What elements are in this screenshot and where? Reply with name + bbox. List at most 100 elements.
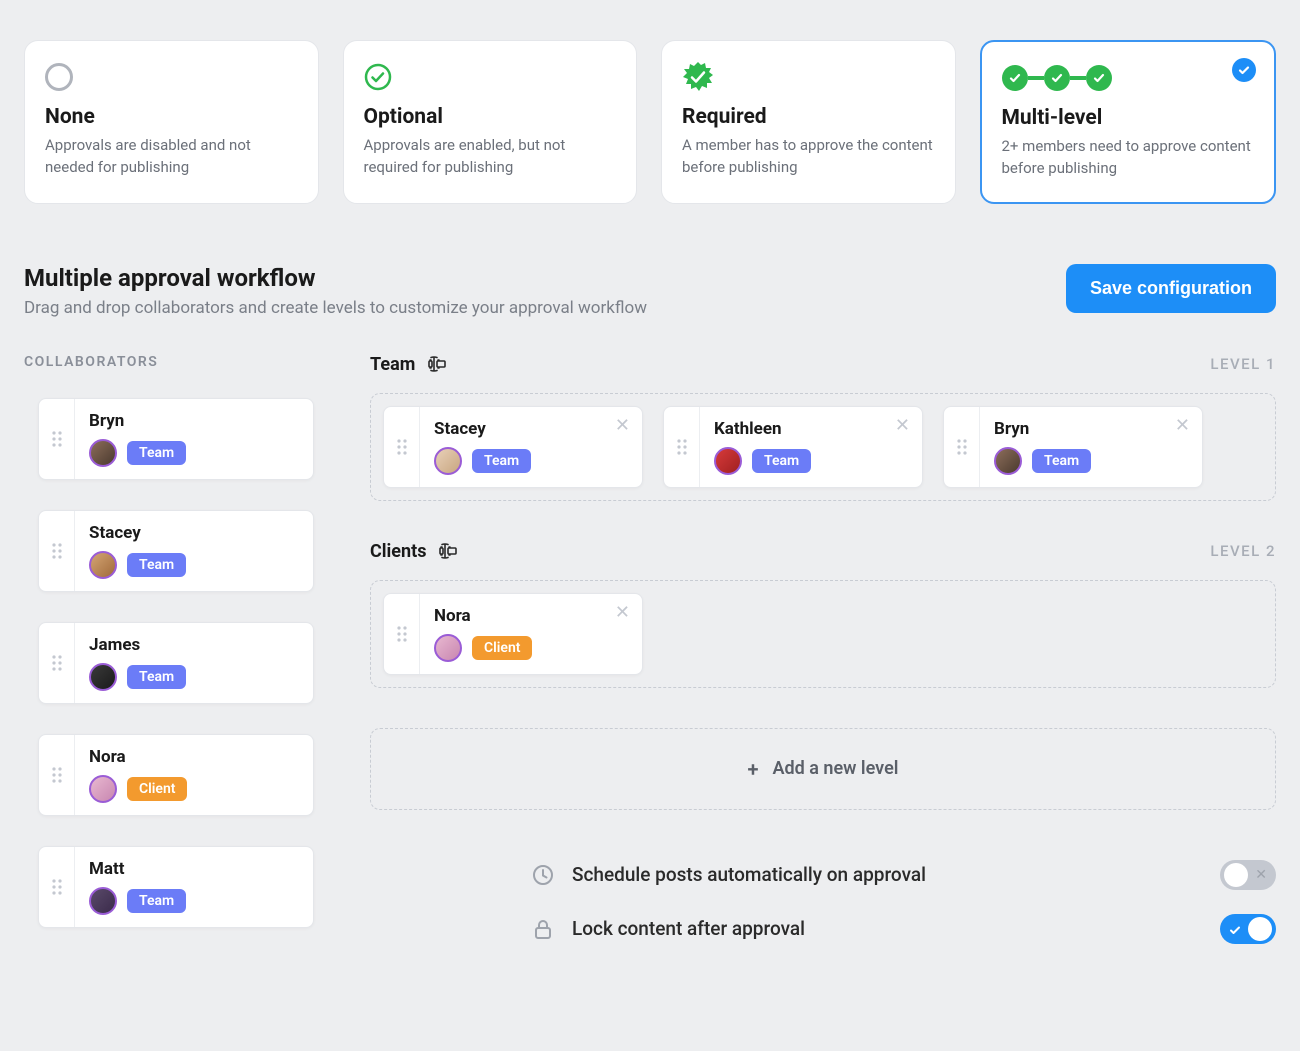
clock-icon: [530, 862, 556, 888]
add-level-button[interactable]: + Add a new level: [370, 728, 1276, 810]
level-header: Team LEVEL 1: [370, 354, 1276, 375]
person-name: Bryn: [994, 419, 1188, 439]
option-multi-level[interactable]: Multi-level 2+ members need to approve c…: [980, 40, 1277, 204]
person-card[interactable]: Bryn Team: [38, 398, 314, 480]
plus-icon: +: [748, 757, 759, 781]
level-dropzone[interactable]: Stacey Team ✕ Kathleen Team ✕ Br: [370, 393, 1276, 501]
option-multi-icon: [1002, 60, 1255, 96]
collaborators-list: Bryn Team Stacey Team James: [24, 398, 314, 928]
avatar: [89, 775, 117, 803]
option-none[interactable]: None Approvals are disabled and not need…: [24, 40, 319, 204]
level-number: LEVEL 2: [1210, 542, 1276, 560]
option-desc: A member has to approve the content befo…: [682, 135, 935, 179]
level-block: Team LEVEL 1 Stacey Team ✕ Kathleen: [370, 354, 1276, 501]
person-name: Kathleen: [714, 419, 908, 439]
workflow-header: Multiple approval workflow Drag and drop…: [24, 264, 1276, 318]
person-name: Stacey: [434, 419, 628, 439]
save-configuration-button[interactable]: Save configuration: [1066, 264, 1276, 313]
person-card[interactable]: Matt Team: [38, 846, 314, 928]
option-desc: Approvals are disabled and not needed fo…: [45, 135, 298, 179]
approval-options-row: None Approvals are disabled and not need…: [24, 40, 1276, 204]
option-title: Optional: [364, 105, 617, 129]
toggle-knob: [1224, 863, 1248, 887]
check-burst-icon: [682, 61, 714, 93]
level-block: Clients LEVEL 2 Nora Client ✕: [370, 541, 1276, 688]
drag-handle-icon[interactable]: [39, 623, 75, 703]
add-level-label: Add a new level: [773, 758, 899, 779]
level-number: LEVEL 1: [1210, 355, 1276, 373]
person-name: Bryn: [89, 411, 299, 431]
setting-lock-content: Lock content after approval: [530, 914, 1276, 944]
option-required-icon: [682, 59, 935, 95]
role-badge: Team: [127, 441, 186, 465]
avatar: [89, 887, 117, 915]
avatar: [714, 447, 742, 475]
person-name: Stacey: [89, 523, 299, 543]
drag-handle-icon[interactable]: [39, 399, 75, 479]
avatar: [994, 447, 1022, 475]
lock-icon: [530, 916, 556, 942]
drag-handle-icon[interactable]: [664, 407, 700, 487]
rename-icon[interactable]: [427, 354, 447, 374]
option-none-icon: [45, 59, 298, 95]
toggle-check-icon: [1228, 922, 1242, 941]
avatar: [89, 439, 117, 467]
toggle-schedule-auto[interactable]: ✕: [1220, 860, 1276, 890]
drag-handle-icon[interactable]: [384, 407, 420, 487]
check-outline-icon: [364, 63, 392, 91]
remove-icon[interactable]: ✕: [895, 417, 910, 435]
level-name: Clients: [370, 541, 426, 562]
toggle-x-icon: ✕: [1255, 867, 1267, 883]
remove-icon[interactable]: ✕: [615, 604, 630, 622]
person-card[interactable]: Nora Client ✕: [383, 593, 643, 675]
remove-icon[interactable]: ✕: [615, 417, 630, 435]
avatar: [434, 447, 462, 475]
role-badge: Client: [472, 636, 532, 660]
person-card[interactable]: James Team: [38, 622, 314, 704]
levels-column: Team LEVEL 1 Stacey Team ✕ Kathleen: [370, 354, 1276, 944]
avatar: [89, 663, 117, 691]
person-card[interactable]: Bryn Team ✕: [943, 406, 1203, 488]
avatar: [434, 634, 462, 662]
option-title: None: [45, 105, 298, 129]
drag-handle-icon[interactable]: [944, 407, 980, 487]
person-name: Matt: [89, 859, 299, 879]
role-badge: Team: [752, 449, 811, 473]
option-title: Required: [682, 105, 935, 129]
collaborators-heading: COLLABORATORS: [24, 354, 314, 370]
option-required[interactable]: Required A member has to approve the con…: [661, 40, 956, 204]
person-name: James: [89, 635, 299, 655]
option-desc: 2+ members need to approve content befor…: [1002, 136, 1255, 180]
workflow-grid: COLLABORATORS Bryn Team Stacey Team: [24, 354, 1276, 944]
rename-icon[interactable]: [438, 541, 458, 561]
person-name: Nora: [89, 747, 299, 767]
person-card[interactable]: Nora Client: [38, 734, 314, 816]
person-card[interactable]: Stacey Team ✕: [383, 406, 643, 488]
option-desc: Approvals are enabled, but not required …: [364, 135, 617, 179]
remove-icon[interactable]: ✕: [1175, 417, 1190, 435]
toggle-lock-content[interactable]: [1220, 914, 1276, 944]
drag-handle-icon[interactable]: [384, 594, 420, 674]
option-title: Multi-level: [1002, 106, 1255, 130]
drag-handle-icon[interactable]: [39, 847, 75, 927]
drag-handle-icon[interactable]: [39, 511, 75, 591]
workflow-title: Multiple approval workflow: [24, 264, 647, 292]
person-card[interactable]: Kathleen Team ✕: [663, 406, 923, 488]
role-badge: Team: [1032, 449, 1091, 473]
drag-handle-icon[interactable]: [39, 735, 75, 815]
toggle-knob: [1248, 917, 1272, 941]
role-badge: Team: [127, 665, 186, 689]
level-name: Team: [370, 354, 415, 375]
workflow-subtitle: Drag and drop collaborators and create l…: [24, 298, 647, 318]
collaborators-column: COLLABORATORS Bryn Team Stacey Team: [24, 354, 314, 928]
setting-label: Schedule posts automatically on approval: [572, 863, 926, 886]
option-optional[interactable]: Optional Approvals are enabled, but not …: [343, 40, 638, 204]
person-card[interactable]: Stacey Team: [38, 510, 314, 592]
selected-check-icon: [1232, 58, 1256, 82]
setting-label: Lock content after approval: [572, 917, 805, 940]
role-badge: Client: [127, 777, 187, 801]
role-badge: Team: [472, 449, 531, 473]
level-dropzone[interactable]: Nora Client ✕: [370, 580, 1276, 688]
none-icon: [45, 63, 73, 91]
role-badge: Team: [127, 553, 186, 577]
